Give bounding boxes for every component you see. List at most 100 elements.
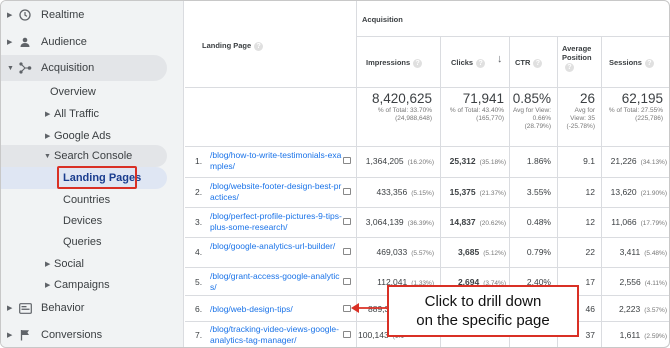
landing-page-link[interactable]: /blog/website-footer-design-best-practic…: [210, 181, 342, 202]
column-header-label: Clicks: [451, 58, 474, 67]
sidebar-item-label: All Traffic: [54, 108, 100, 120]
impressions-pct: (5.57%): [411, 250, 434, 257]
row-number: 6.: [195, 304, 203, 314]
sessions-column-header[interactable]: Sessions?: [609, 58, 654, 68]
sidebar-item-conversions[interactable]: ▶ Conversions: [1, 322, 184, 347]
sessions-total: 62,195: [621, 91, 663, 106]
row-number: 7.: [195, 330, 203, 340]
help-icon[interactable]: ?: [254, 41, 264, 51]
acquisition-group-header: Acquisition: [362, 15, 403, 24]
ctr-column-header[interactable]: CTR?: [515, 58, 543, 68]
sidebar-item-search-console[interactable]: ▼ Search Console: [1, 145, 184, 167]
position-value: 9.1: [583, 156, 595, 166]
sessions-value: 1,611: [619, 330, 641, 340]
open-page-icon[interactable]: [343, 218, 351, 225]
column-header-label: CTR: [515, 58, 531, 67]
sidebar-item-realtime[interactable]: ▶ Realtime: [1, 2, 184, 28]
impressions-total: 8,420,625: [371, 91, 432, 106]
caret-right-icon: ▶: [7, 332, 13, 339]
sidebar-item-label: Realtime: [41, 9, 85, 21]
clicks-column-header[interactable]: Clicks?: [451, 58, 486, 68]
row-number: 1.: [195, 156, 203, 166]
sessions-pct: (34.13%): [640, 159, 667, 166]
row-number: 2.: [195, 187, 203, 197]
help-icon[interactable]: ?: [533, 58, 543, 68]
sidebar-item-label: Overview: [50, 86, 96, 98]
row-divider: [185, 177, 669, 178]
sort-descending-icon[interactable]: ↓: [497, 53, 503, 65]
clicks-pct: (20.62%): [479, 220, 506, 227]
header-divider: [357, 36, 669, 37]
landing-page-link[interactable]: /blog/tracking-video-views-google-analyt…: [210, 324, 342, 345]
help-icon[interactable]: ?: [565, 62, 574, 72]
header-divider: [185, 87, 669, 88]
flag-icon: [18, 328, 32, 342]
behavior-icon: [18, 301, 32, 315]
caret-down-icon: ▼: [44, 152, 51, 160]
sidebar-item-label: Audience: [41, 36, 87, 48]
row-divider: [185, 207, 669, 208]
sidebar-item-label: Queries: [63, 236, 102, 248]
row-divider: [185, 146, 669, 147]
column-divider: [601, 36, 602, 347]
landing-page-column-header[interactable]: Landing Page?: [202, 41, 264, 51]
impressions-total-sub: % of Total: 33.70% (24,988,648): [377, 107, 432, 122]
position-value: 12: [585, 217, 595, 227]
clicks-pct: (21.37%): [479, 190, 506, 197]
impressions-pct: (5.15%): [411, 190, 434, 197]
sidebar-item-label: Social: [54, 258, 84, 270]
column-header-label: Sessions: [609, 58, 642, 67]
position-value: 12: [585, 187, 595, 197]
open-page-icon[interactable]: [343, 188, 351, 195]
clicks-pct: (35.18%): [479, 159, 506, 166]
landing-page-link[interactable]: /blog/perfect-profile-pictures-9-tips-pl…: [210, 211, 342, 232]
impressions-value: 3,064,139: [365, 217, 404, 227]
clicks-pct: (5.12%): [483, 250, 506, 257]
row-number: 3.: [195, 217, 203, 227]
sessions-pct: (2.59%): [644, 333, 667, 340]
sidebar-item-label: Behavior: [41, 302, 85, 314]
impressions-column-header[interactable]: Impressions?: [366, 58, 423, 68]
help-icon[interactable]: ?: [476, 58, 486, 68]
sidebar-item-acquisition[interactable]: ▼ Acquisition: [1, 55, 184, 81]
row-number: 5.: [195, 277, 203, 287]
impressions-value: 100,143: [358, 330, 389, 340]
sessions-value: 2,223: [618, 304, 641, 314]
open-page-icon[interactable]: [343, 305, 351, 312]
impressions-value: 469,033: [376, 247, 408, 257]
open-page-icon[interactable]: [343, 248, 351, 255]
caret-right-icon: ▶: [45, 282, 51, 289]
sidebar-item-audience[interactable]: ▶ Audience: [1, 29, 184, 55]
clicks-total-sub: % of Total: 43.40% (165,770): [449, 107, 504, 122]
caret-right-icon: ▶: [45, 133, 51, 140]
clicks-value: 14,837: [449, 217, 476, 227]
sidebar-item-label: Google Ads: [54, 130, 111, 142]
sessions-total-sub: % of Total: 27.55% (225,786): [608, 107, 663, 122]
open-page-icon[interactable]: [343, 278, 351, 285]
row-number: 4.: [195, 247, 203, 257]
help-icon[interactable]: ?: [644, 58, 654, 68]
open-page-icon[interactable]: [343, 157, 351, 164]
help-icon[interactable]: ?: [413, 58, 423, 68]
ctr-total-sub: Avg for View: 0.66% (28.79%): [512, 107, 551, 130]
landing-page-link[interactable]: /blog/grant-access-google-analytics/: [210, 271, 342, 292]
landing-page-link[interactable]: /blog/how-to-write-testimonials-examples…: [210, 150, 342, 171]
person-icon: [18, 35, 32, 49]
sessions-value: 13,620: [610, 187, 637, 197]
sidebar-item-behavior[interactable]: ▶ Behavior: [1, 295, 184, 321]
impressions-value: 433,356: [376, 187, 408, 197]
sessions-value: 2,556: [619, 277, 641, 287]
landing-page-link[interactable]: /blog/google-analytics-url-builder/: [210, 241, 342, 252]
analytics-window: ▶ Realtime ▶ Audience ▼ Acquisition Over…: [0, 0, 670, 348]
sidebar-nav: ▶ Realtime ▶ Audience ▼ Acquisition Over…: [1, 1, 184, 347]
landing-page-link[interactable]: /blog/web-design-tips/: [210, 304, 342, 315]
row-divider: [185, 237, 669, 238]
sessions-pct: (21.90%): [640, 190, 667, 197]
column-header-label: Landing Page: [202, 41, 252, 50]
position-total-sub: Avg for View: 35 (-25.78%): [566, 107, 595, 130]
position-value: 22: [585, 247, 595, 257]
column-header-label: Average Position: [562, 44, 592, 62]
sessions-pct: (17.79%): [640, 220, 667, 227]
open-page-icon[interactable]: [343, 331, 351, 338]
avg-position-column-header[interactable]: Average Position?: [562, 44, 600, 72]
